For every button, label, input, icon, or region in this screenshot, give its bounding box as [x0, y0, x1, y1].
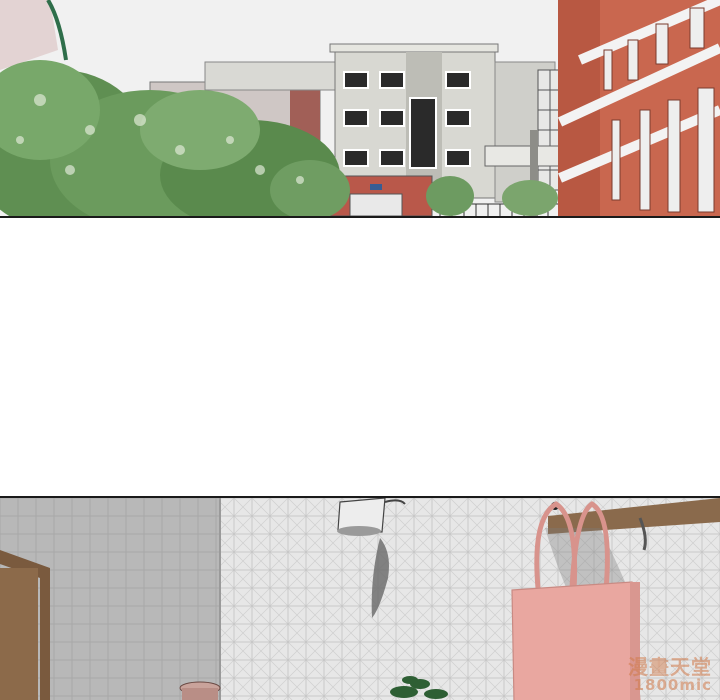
panel-gutter — [0, 218, 720, 496]
gate-door — [349, 193, 403, 216]
watermark: 漫畫天堂 1800mic — [628, 657, 712, 694]
lamp-rim — [337, 526, 381, 536]
roof-block — [204, 61, 336, 91]
pot — [182, 688, 218, 700]
buildings-scene — [0, 0, 720, 216]
top-panel-buildings — [0, 0, 720, 218]
comic-page: 漫畫天堂 1800mic — [0, 0, 720, 700]
kitchen-scene — [0, 498, 720, 700]
watermark-line1: 漫畫天堂 — [628, 655, 712, 680]
door — [0, 568, 38, 700]
gate-sign — [370, 184, 382, 190]
watermark-line2: 1800mic — [633, 676, 712, 695]
bottom-panel-kitchen — [0, 496, 720, 700]
apartment-roof — [329, 43, 499, 53]
